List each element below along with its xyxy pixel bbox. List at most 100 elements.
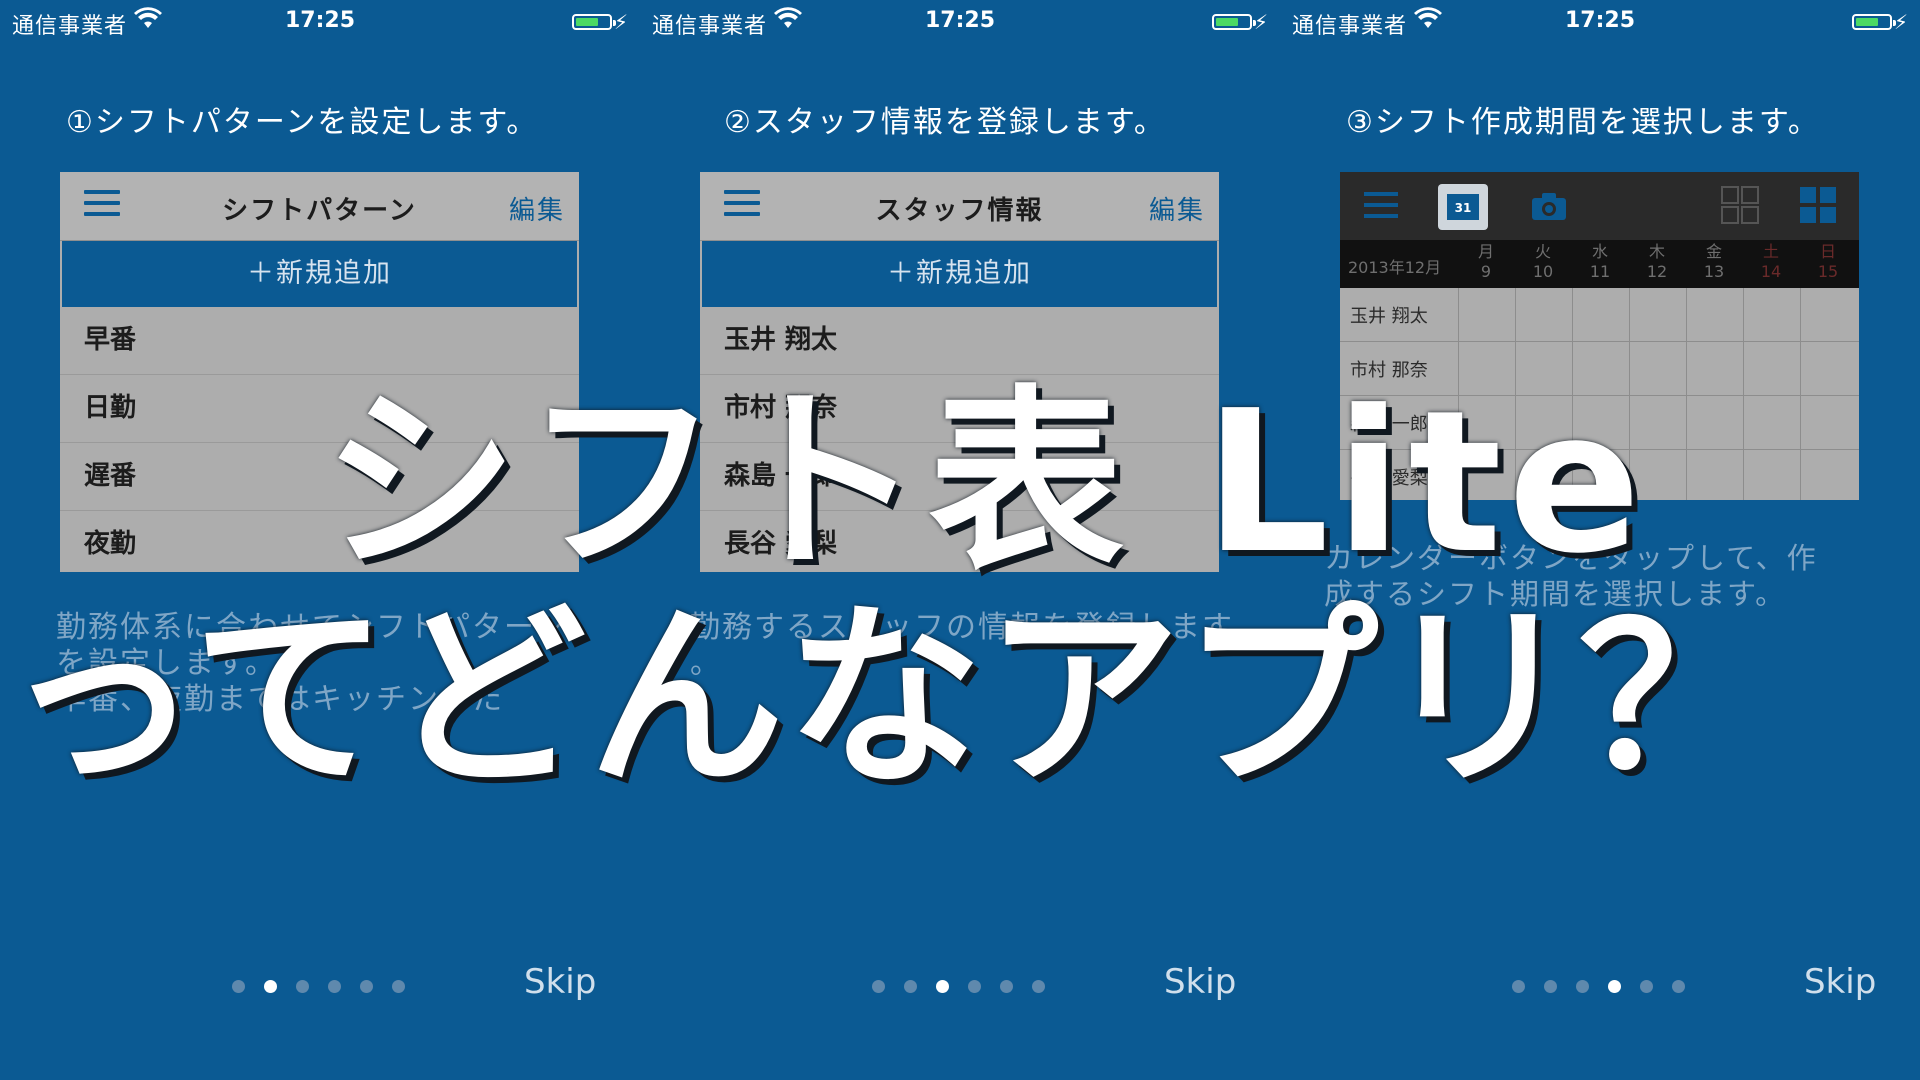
page-dot[interactable]: [904, 980, 917, 993]
page-dot[interactable]: [232, 980, 245, 993]
calendar-toolbar: 31: [1340, 172, 1859, 240]
list-item[interactable]: 玉井 翔太: [700, 307, 1219, 375]
description-line: を設定します。: [56, 646, 277, 681]
calendar-screenshot-card: 31 2013年12月 月9 火 10 水 11 木 12 金 13 土 14 日 15 玉…: [1340, 172, 1859, 500]
page-dot[interactable]: [1000, 980, 1013, 993]
description-line: 勤務するスタッフの情報を登録します: [690, 610, 1234, 645]
page-dot[interactable]: [1032, 980, 1045, 993]
calendar-day-header: 木 12: [1629, 242, 1685, 282]
add-new-button[interactable]: ＋新規追加: [700, 241, 1219, 307]
onboarding-panel-1: 通信事業者 17:25 ⚡ ①シフトパターンを設定します。 シフトパターン 編集…: [0, 0, 640, 1080]
page-indicator[interactable]: [1512, 976, 1704, 993]
calendar-day-header: 月9: [1458, 242, 1514, 282]
list-item[interactable]: 森島 一郎: [700, 443, 1219, 511]
day-number: 10: [1532, 262, 1554, 281]
calendar-month: 2013年12月: [1348, 258, 1442, 277]
step-heading: ②スタッフ情報を登録します。: [724, 105, 1166, 140]
calendar-staff-row[interactable]: 森島 一郎: [1340, 396, 1859, 450]
description-line: カレンダーボタンをタップして、作: [1324, 541, 1818, 575]
hamburger-menu-icon[interactable]: [1364, 192, 1398, 220]
page-indicator[interactable]: [872, 976, 1064, 993]
page-dot[interactable]: [1640, 980, 1653, 993]
day-number: 14: [1760, 262, 1782, 281]
status-time: 17:25: [284, 8, 356, 33]
day-of-week: 金: [1705, 242, 1722, 261]
calendar-staff-row[interactable]: 玉井 翔太: [1340, 288, 1859, 342]
calendar-button[interactable]: 31: [1438, 184, 1488, 230]
camera-icon[interactable]: [1530, 190, 1568, 222]
page-dot[interactable]: [1544, 980, 1557, 993]
calendar-icon: 31: [1447, 194, 1479, 220]
page-dot[interactable]: [1576, 980, 1589, 993]
grid-line: [1800, 288, 1801, 500]
page-dot[interactable]: [1512, 980, 1525, 993]
edit-button[interactable]: 編集: [509, 190, 565, 227]
page-dot[interactable]: [360, 980, 373, 993]
page-dot-active[interactable]: [264, 980, 277, 993]
calendar-day-header: 水 11: [1572, 242, 1628, 282]
nav-title: スタッフ情報: [875, 196, 1044, 226]
grid-line: [1572, 288, 1573, 500]
list-item[interactable]: 夜勤: [60, 511, 579, 572]
day-of-week: 木: [1648, 242, 1665, 261]
grid-view-filled-icon[interactable]: [1799, 186, 1837, 224]
description-line: 勤務体系に合わせてシフトパターン: [56, 610, 567, 645]
onboarding-panel-2: 通信事業者 17:25 ⚡ ②スタッフ情報を登録します。 スタッフ情報 編集 ＋…: [640, 0, 1280, 1080]
status-time: 17:25: [1564, 8, 1636, 33]
add-new-button[interactable]: ＋新規追加: [60, 241, 579, 307]
page-dot[interactable]: [1672, 980, 1685, 993]
list-item[interactable]: 早番: [60, 307, 579, 375]
nav-bar: スタッフ情報 編集: [700, 172, 1219, 241]
day-of-week: 火: [1534, 242, 1551, 261]
description-line: 早番、夜勤まではキッチンまた: [56, 682, 504, 717]
day-of-week: 月: [1477, 242, 1494, 261]
day-of-week: 水: [1591, 242, 1608, 261]
onboarding-panel-3: 通信事業者 17:25 ⚡ ③シフト作成期間を選択します。 31 2013年12…: [1280, 0, 1920, 1080]
status-bar: 通信事業者 17:25 ⚡: [12, 6, 628, 39]
page-dot[interactable]: [328, 980, 341, 993]
step-heading: ①シフトパターンを設定します。: [66, 105, 539, 140]
step-heading: ③シフト作成期間を選択します。: [1346, 105, 1820, 140]
calendar-header: 2013年12月 月9 火 10 水 11 木 12 金 13 土 14 日 15: [1340, 240, 1859, 288]
calendar-day-header: 金 13: [1686, 242, 1742, 282]
staff-name: 森島 一郎: [1350, 414, 1428, 435]
day-number: 15: [1817, 262, 1839, 281]
nav-title: シフトパターン: [222, 196, 417, 226]
calendar-day-header: 火 10: [1515, 242, 1571, 282]
list-item[interactable]: 遅番: [60, 443, 579, 511]
page-dot[interactable]: [392, 980, 405, 993]
charging-icon: ⚡: [1893, 10, 1908, 34]
grid-line: [1629, 288, 1630, 500]
grid-line: [1515, 288, 1516, 500]
screenshot-card: シフトパターン 編集 ＋新規追加 早番 日勤 遅番 夜勤: [60, 172, 579, 572]
charging-icon: ⚡: [613, 10, 628, 34]
calendar-day-header: 日 15: [1800, 242, 1856, 282]
day-number: 13: [1703, 262, 1725, 281]
list-item[interactable]: 日勤: [60, 375, 579, 443]
page-indicator[interactable]: [232, 976, 424, 993]
charging-icon: ⚡: [1253, 10, 1268, 34]
calendar-staff-row[interactable]: 市村 那奈: [1340, 342, 1859, 396]
list-item[interactable]: 長谷 愛梨: [700, 511, 1219, 572]
skip-button[interactable]: Skip: [1164, 962, 1236, 1002]
calendar-staff-row[interactable]: 長谷 愛梨: [1340, 450, 1859, 500]
day-number: 11: [1589, 262, 1611, 281]
list-item[interactable]: 市村 那奈: [700, 375, 1219, 443]
skip-button[interactable]: Skip: [1804, 962, 1876, 1002]
page-dot[interactable]: [968, 980, 981, 993]
status-bar: 通信事業者 17:25 ⚡: [1292, 6, 1908, 39]
grid-view-icon[interactable]: [1721, 186, 1759, 224]
skip-button[interactable]: Skip: [524, 962, 596, 1002]
grid-line: [1743, 288, 1744, 500]
calendar-day-header: 土 14: [1743, 242, 1799, 282]
staff-name: 長谷 愛梨: [1350, 468, 1428, 489]
page-dot-active[interactable]: [936, 980, 949, 993]
page-dot-active[interactable]: [1608, 980, 1621, 993]
description-line: 。: [690, 646, 722, 681]
page-dot[interactable]: [872, 980, 885, 993]
page-dot[interactable]: [296, 980, 309, 993]
edit-button[interactable]: 編集: [1149, 190, 1205, 227]
battery-icon: [1852, 14, 1896, 30]
day-number: 12: [1646, 262, 1668, 281]
day-of-week: 土: [1762, 242, 1779, 261]
